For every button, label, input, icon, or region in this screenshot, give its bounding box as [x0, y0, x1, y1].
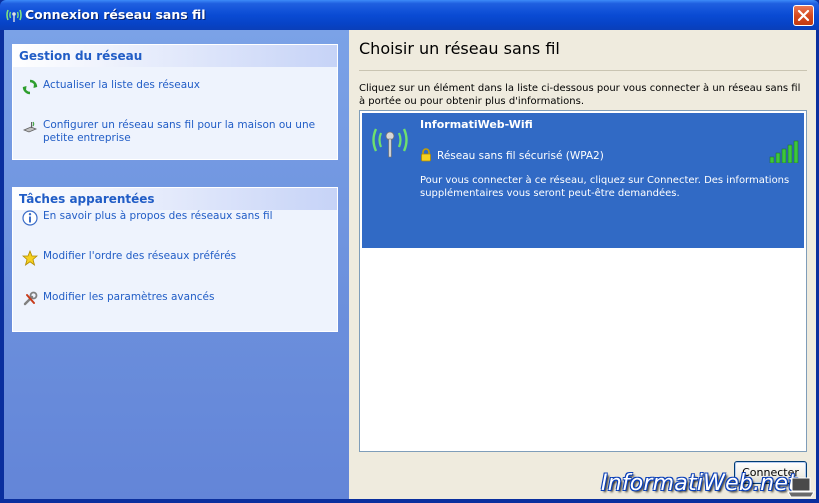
signal-strength-icon — [769, 140, 799, 163]
title-bar[interactable]: Connexion réseau sans fil — [0, 0, 819, 30]
watermark-text: InformatiWeb.net — [601, 471, 797, 496]
signal-bar — [769, 156, 775, 163]
wireless-antenna-icon — [372, 128, 408, 158]
network-connect-info: Pour vous connecter à ce réseau, cliquez… — [420, 175, 790, 199]
network-list-pane: Choisir un réseau sans fil Cliquez sur u… — [349, 30, 816, 499]
window-title: Connexion réseau sans fil — [25, 7, 206, 22]
wireless-network-list[interactable]: InformatiWeb-Wifi Réseau sans fil sécuri… — [359, 110, 807, 452]
change-preferred-order-label: Modifier l'ordre des réseaux préférés — [43, 250, 237, 262]
setup-home-network-link[interactable]: Configurer un réseau sans fil pour la ma… — [22, 119, 323, 145]
setup-home-network-label: Configurer un réseau sans fil pour la ma… — [43, 119, 316, 144]
network-name: InformatiWeb-Wifi — [420, 118, 533, 131]
advanced-settings-link[interactable]: Modifier les paramètres avancés — [22, 291, 323, 307]
signal-bar — [775, 152, 781, 163]
network-tasks-panel: Gestion du réseau Actualiser la liste de… — [12, 44, 338, 160]
change-preferred-order-link[interactable]: Modifier l'ordre des réseaux préférés — [22, 250, 323, 266]
setup-network-icon — [22, 121, 38, 133]
related-tasks-panel: Tâches apparentées En savoir plus à prop… — [12, 187, 338, 332]
network-item-informatiweb-wifi[interactable]: InformatiWeb-Wifi Réseau sans fil sécuri… — [362, 113, 804, 248]
refresh-network-list-link[interactable]: Actualiser la liste des réseaux — [22, 79, 323, 95]
signal-bar — [793, 140, 799, 163]
network-tasks-header: Gestion du réseau — [13, 45, 337, 67]
signal-bar — [787, 144, 793, 163]
related-tasks-header: Tâches apparentées — [13, 188, 337, 210]
wireless-connection-window: Connexion réseau sans fil Gestion du rés… — [0, 0, 819, 503]
learn-about-wireless-link[interactable]: En savoir plus à propos des réseaux sans… — [22, 210, 323, 226]
advanced-settings-label: Modifier les paramètres avancés — [43, 291, 215, 303]
lock-icon — [421, 148, 431, 162]
signal-bar — [781, 148, 787, 163]
learn-about-wireless-label: En savoir plus à propos des réseaux sans… — [43, 210, 273, 222]
wireless-network-icon — [6, 9, 22, 22]
close-button[interactable] — [793, 5, 814, 26]
page-title: Choisir un réseau sans fil — [359, 39, 560, 58]
close-icon — [797, 9, 810, 22]
network-security: Réseau sans fil sécurisé (WPA2) — [437, 150, 604, 162]
refresh-network-list-label: Actualiser la liste des réseaux — [43, 79, 201, 91]
title-divider — [359, 70, 807, 71]
info-icon — [22, 210, 38, 226]
star-icon — [22, 250, 38, 266]
laptop-logo-icon — [787, 477, 815, 498]
instructions-text: Cliquez sur un élément dans la liste ci-… — [359, 83, 801, 107]
tools-icon — [23, 291, 38, 306]
refresh-icon — [22, 79, 38, 95]
task-pane: Gestion du réseau Actualiser la liste de… — [4, 30, 349, 499]
